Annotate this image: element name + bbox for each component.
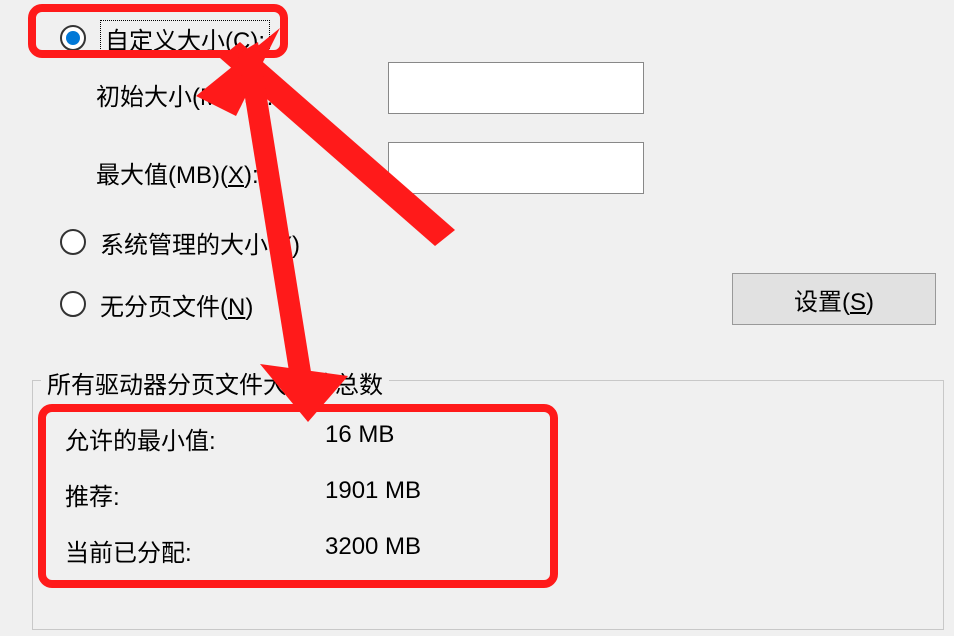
- radio-system-managed[interactable]: 系统管理的大小(Y): [60, 222, 300, 262]
- virtual-memory-panel: 自定义大小(C): 初始大小(MB)(I): 最大值(MB)(X): 系统管理的…: [32, 0, 946, 636]
- min-allowed-label: 允许的最小值:: [65, 421, 325, 456]
- radio-no-paging[interactable]: 无分页文件(N): [60, 284, 253, 324]
- set-button[interactable]: 设置(S): [732, 273, 936, 325]
- radio-dot-selected-icon: [60, 25, 86, 51]
- totals-groupbox: 所有驱动器分页文件大小的总数 允许的最小值: 16 MB 推荐: 1901 MB…: [32, 380, 944, 630]
- current-alloc-label: 当前已分配:: [65, 533, 325, 568]
- radio-custom-size-label: 自定义大小(C):: [100, 20, 270, 57]
- totals-group-title: 所有驱动器分页文件大小的总数: [41, 365, 389, 400]
- min-allowed-value: 16 MB: [325, 421, 394, 456]
- recommended-label: 推荐:: [65, 477, 325, 512]
- initial-size-input[interactable]: [388, 62, 644, 114]
- set-button-label: 设置(S): [794, 282, 874, 317]
- radio-dot-empty-icon: [60, 229, 86, 255]
- row-recommended: 推荐: 1901 MB: [65, 477, 421, 512]
- max-size-text: 最大值(MB)(X):: [96, 155, 259, 190]
- radio-custom-size[interactable]: 自定义大小(C):: [60, 18, 270, 58]
- current-alloc-value: 3200 MB: [325, 533, 421, 568]
- initial-size-text: 初始大小(MB)(I):: [96, 77, 273, 112]
- radio-no-paging-label: 无分页文件(N): [100, 287, 253, 322]
- row-min-allowed: 允许的最小值: 16 MB: [65, 421, 394, 456]
- radio-dot-empty-icon: [60, 291, 86, 317]
- label-max-size: 最大值(MB)(X):: [96, 152, 259, 192]
- recommended-value: 1901 MB: [325, 477, 421, 512]
- max-size-input[interactable]: [388, 142, 644, 194]
- label-initial-size: 初始大小(MB)(I):: [96, 74, 273, 114]
- row-current-alloc: 当前已分配: 3200 MB: [65, 533, 421, 568]
- radio-system-managed-label: 系统管理的大小(Y): [100, 225, 300, 260]
